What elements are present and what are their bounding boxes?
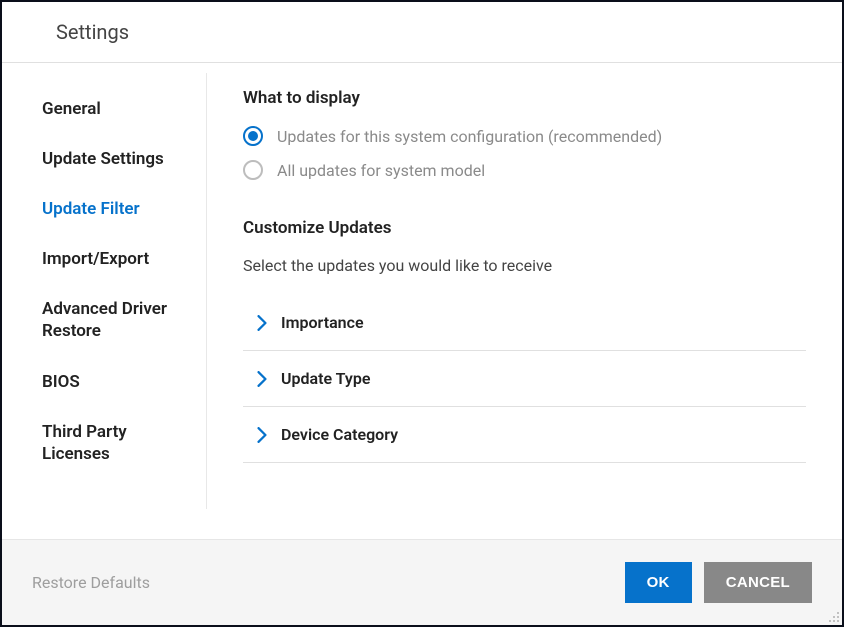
sidebar-item-import-export[interactable]: Import/Export [42, 248, 206, 270]
chevron-right-icon [243, 315, 281, 331]
radio-label: All updates for system model [277, 161, 485, 180]
what-to-display-title: What to display [243, 88, 806, 108]
cancel-button[interactable]: CANCEL [704, 562, 812, 603]
sidebar-item-advanced-driver-restore[interactable]: Advanced Driver Restore [42, 298, 206, 342]
accordion-update-type[interactable]: Update Type [243, 351, 806, 407]
chevron-right-icon [243, 371, 281, 387]
customize-updates-subtitle: Select the updates you would like to rec… [243, 256, 806, 275]
display-radio-group: Updates for this system configuration (r… [243, 126, 806, 180]
sidebar-item-general[interactable]: General [42, 98, 206, 120]
customize-updates-title: Customize Updates [243, 218, 806, 238]
sidebar-item-third-party-licenses[interactable]: Third Party Licenses [42, 421, 206, 465]
radio-label: Updates for this system configuration (r… [277, 127, 662, 146]
sidebar-item-update-filter[interactable]: Update Filter [42, 198, 206, 220]
chevron-right-icon [243, 427, 281, 443]
radio-option-this-system[interactable]: Updates for this system configuration (r… [243, 126, 806, 146]
footer: Restore Defaults OK CANCEL [2, 539, 842, 625]
sidebar-item-bios[interactable]: BIOS [42, 371, 206, 393]
accordion-importance[interactable]: Importance [243, 295, 806, 351]
resize-grip-icon[interactable] [828, 611, 840, 623]
accordion-device-category[interactable]: Device Category [243, 407, 806, 463]
header: Settings [2, 2, 842, 63]
radio-selected-icon [243, 126, 263, 146]
sidebar-item-update-settings[interactable]: Update Settings [42, 148, 206, 170]
accordion-label: Device Category [281, 425, 398, 444]
sidebar: General Update Settings Update Filter Im… [2, 73, 207, 509]
content-area: General Update Settings Update Filter Im… [2, 63, 842, 539]
page-title: Settings [56, 20, 842, 44]
main-panel: What to display Updates for this system … [207, 63, 842, 539]
radio-option-all-updates[interactable]: All updates for system model [243, 160, 806, 180]
accordion-label: Importance [281, 313, 364, 332]
ok-button[interactable]: OK [625, 562, 692, 603]
footer-buttons: OK CANCEL [625, 562, 812, 603]
radio-unselected-icon [243, 160, 263, 180]
accordion-label: Update Type [281, 369, 370, 388]
restore-defaults-link[interactable]: Restore Defaults [32, 573, 150, 592]
